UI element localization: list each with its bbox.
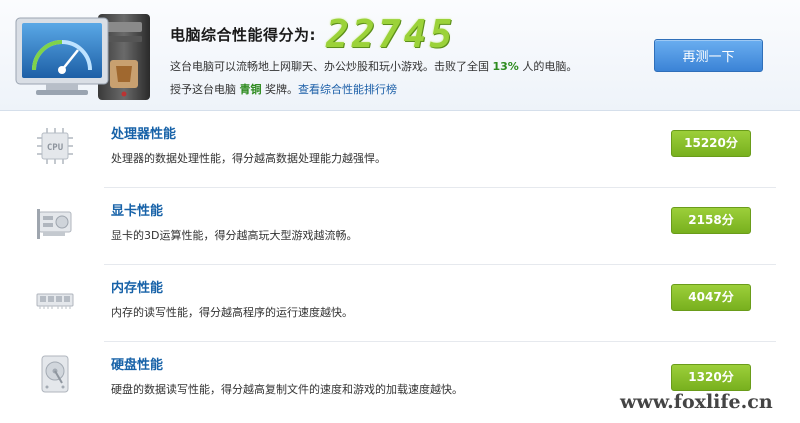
cpu-performance-row: CPU 处理器性能 处理器的数据处理性能，得分越高数据处理能力越强悍。 1522…: [0, 111, 800, 188]
award-medal: 青铜: [239, 83, 262, 96]
graphics-card-icon: [37, 209, 72, 239]
row-description: 显卡的3D运算性能，得分越高玩大型游戏越流畅。: [111, 229, 358, 242]
watermark: www.foxlife.cn: [620, 391, 773, 413]
row-title: 硬盘性能: [111, 358, 164, 373]
award-suffix: 奖牌。: [261, 83, 298, 96]
award-line: 授予这台电脑 青铜 奖牌。查看综合性能排行榜: [170, 81, 397, 97]
computer-performance-icon: [15, 14, 150, 100]
cpu-score-badge: 15220分: [671, 130, 751, 157]
memory-score-badge: 4047分: [671, 284, 751, 311]
retest-button[interactable]: 再测一下: [654, 39, 763, 72]
award-prefix: 授予这台电脑: [170, 83, 240, 96]
graphics-performance-row: 显卡性能 显卡的3D运算性能，得分越高玩大型游戏越流畅。 2158分: [0, 188, 800, 265]
row-description: 内存的读写性能，得分越高程序的运行速度越快。: [111, 306, 353, 319]
performance-benchmark-window: 电脑综合性能得分为: 22745 这台电脑可以流畅地上网聊天、办公炒股和玩小游戏…: [0, 0, 800, 423]
score-label: 电脑综合性能得分为:: [170, 25, 316, 44]
row-title: 内存性能: [111, 281, 164, 296]
hard-disk-score-badge: 1320分: [671, 364, 751, 391]
description-suffix: 人的电脑。: [518, 60, 578, 73]
svg-text:CPU: CPU: [47, 143, 63, 153]
description-text: 这台电脑可以流畅地上网聊天、办公炒股和玩小游戏。击败了全国: [170, 60, 493, 73]
memory-performance-row: 内存性能 内存的读写性能，得分越高程序的运行速度越快。 4047分: [0, 265, 800, 342]
hard-disk-icon: [41, 355, 69, 393]
total-score: 22745: [326, 12, 456, 56]
graphics-score-badge: 2158分: [671, 207, 751, 234]
row-title: 处理器性能: [111, 127, 177, 142]
beaten-percent: 13%: [492, 60, 519, 73]
row-description: 硬盘的数据读写性能，得分越高复制文件的速度和游戏的加载速度越快。: [111, 383, 463, 396]
score-line: 电脑综合性能得分为: 22745: [170, 14, 455, 54]
score-description: 这台电脑可以流畅地上网聊天、办公炒股和玩小游戏。击败了全国 13% 人的电脑。: [170, 58, 577, 74]
summary-header: 电脑综合性能得分为: 22745 这台电脑可以流畅地上网聊天、办公炒股和玩小游戏…: [0, 0, 800, 111]
ranking-link[interactable]: 查看综合性能排行榜: [298, 83, 397, 96]
memory-icon: [36, 293, 74, 309]
row-title: 显卡性能: [111, 204, 164, 219]
row-description: 处理器的数据处理性能，得分越高数据处理能力越强悍。: [111, 152, 386, 165]
cpu-icon: CPU: [37, 128, 73, 164]
